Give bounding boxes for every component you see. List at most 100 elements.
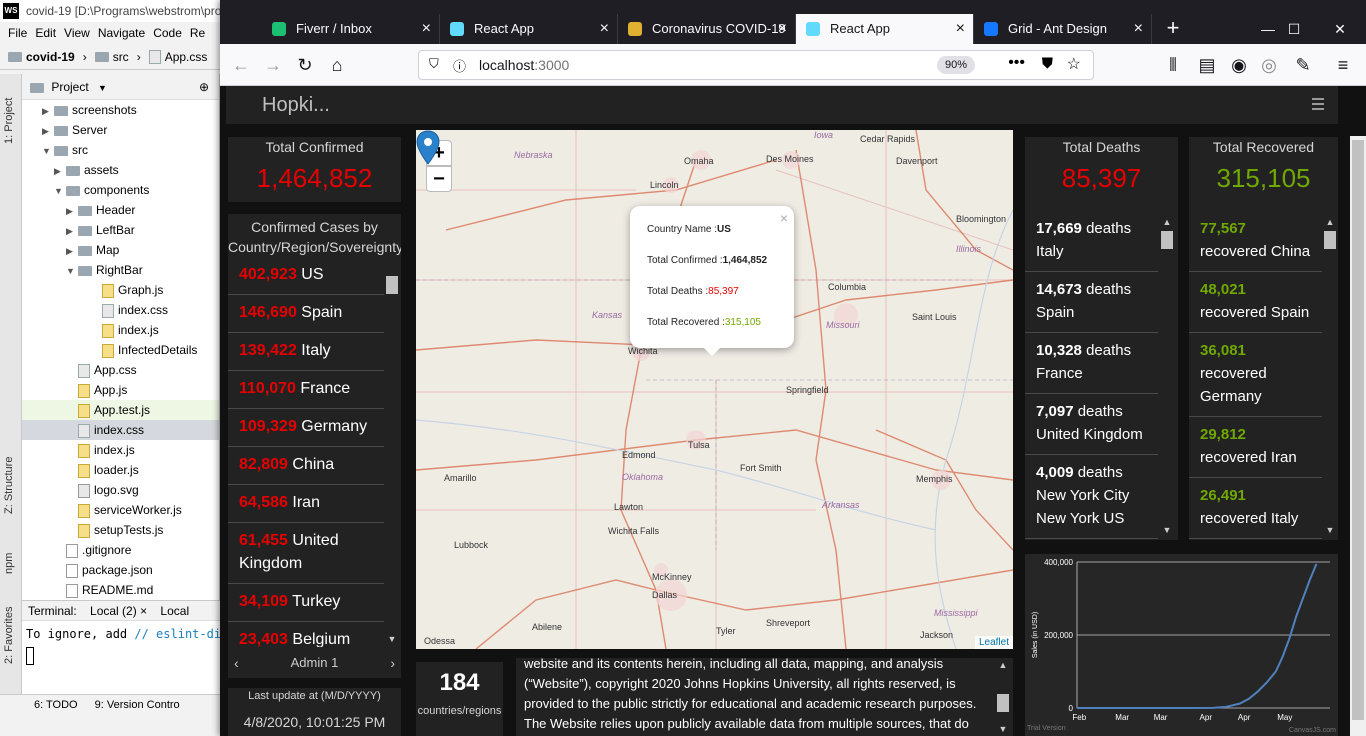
confirmed-list-item[interactable]: 64,586 Iran bbox=[228, 485, 384, 523]
breadcrumb-project[interactable]: covid-19 bbox=[8, 44, 75, 70]
scroll-up-icon[interactable]: ▲ bbox=[995, 660, 1011, 670]
confirmed-list-item[interactable]: 402,923 US bbox=[228, 257, 384, 295]
project-tool-tab[interactable]: 1: Project bbox=[3, 98, 15, 144]
scroll-down-icon[interactable]: ▼ bbox=[995, 724, 1011, 734]
chevron-right-icon[interactable]: ▶ bbox=[54, 161, 66, 180]
browser-tab[interactable]: Fiverr / Inbox × bbox=[262, 14, 440, 44]
confirmed-cases-list[interactable]: 402,923 US 146,690 Spain 139,422 Italy 110,… bbox=[228, 257, 401, 647]
leaflet-attribution-link[interactable]: Leaflet bbox=[974, 636, 1013, 649]
chevron-right-icon[interactable]: ▶ bbox=[66, 201, 78, 220]
shield-icon[interactable]: ⛉ bbox=[429, 56, 439, 72]
library-icon[interactable]: ⫴ bbox=[1160, 53, 1186, 79]
chevron-right-icon[interactable]: › bbox=[390, 648, 395, 678]
close-icon[interactable]: × bbox=[422, 14, 431, 44]
tree-item[interactable]: ▶ Server bbox=[22, 120, 219, 140]
tree-item[interactable]: index.js bbox=[22, 440, 219, 460]
tree-item[interactable]: InfectedDetails bbox=[22, 340, 219, 360]
recovered-list-item[interactable]: 22,717 recovered bbox=[1189, 539, 1322, 540]
terminal-tab-local[interactable]: Local bbox=[160, 604, 189, 618]
tree-item[interactable]: serviceWorker.js bbox=[22, 500, 219, 520]
recovered-list-scrollbar[interactable]: ▲ ▼ bbox=[1322, 217, 1338, 537]
tree-item[interactable]: ▼ components bbox=[22, 180, 219, 200]
confirmed-list-scrollbar[interactable]: ▼ bbox=[384, 260, 400, 644]
recovered-list-item[interactable]: 77,567 recovered China bbox=[1189, 211, 1322, 272]
structure-tool-tab[interactable]: Z: Structure bbox=[3, 457, 15, 514]
tree-item[interactable]: logo.svg bbox=[22, 480, 219, 500]
sidebar-icon[interactable]: ▤ bbox=[1194, 53, 1220, 79]
menu-edit[interactable]: Edit bbox=[31, 22, 60, 44]
deaths-list-item[interactable]: 17,669 deaths Italy bbox=[1025, 211, 1158, 272]
deaths-list[interactable]: 17,669 deaths Italy 14,673 deaths Spain 10… bbox=[1025, 211, 1178, 539]
tree-item[interactable]: Graph.js bbox=[22, 280, 219, 300]
scroll-up-icon[interactable]: ▲ bbox=[1322, 217, 1338, 227]
zoom-out-button[interactable]: − bbox=[426, 166, 452, 192]
scroll-down-icon[interactable]: ▼ bbox=[1159, 525, 1175, 535]
npm-tool-tab[interactable]: npm bbox=[3, 553, 15, 574]
recovered-list-item[interactable]: 48,021 recovered Spain bbox=[1189, 272, 1322, 333]
browser-tab[interactable]: Grid - Ant Design × bbox=[974, 14, 1152, 44]
tree-item[interactable]: README.md bbox=[22, 580, 219, 600]
zoom-level-badge[interactable]: 90% bbox=[936, 56, 975, 74]
terminal-tab-local-2[interactable]: Local (2) × bbox=[90, 604, 147, 618]
reload-icon[interactable]: ↻ bbox=[292, 53, 318, 79]
chevron-down-icon[interactable]: ▼ bbox=[66, 261, 78, 280]
todo-tab[interactable]: 6: TODO bbox=[34, 699, 78, 711]
menu-hamburger-icon[interactable]: ≡ bbox=[1330, 53, 1356, 79]
chevron-right-icon[interactable]: ▶ bbox=[42, 121, 54, 140]
close-icon[interactable]: × bbox=[778, 14, 787, 44]
browser-tab[interactable]: Coronavirus COVID-19 × bbox=[618, 14, 796, 44]
favorites-tool-tab[interactable]: 2: Favorites bbox=[3, 607, 15, 664]
browser-tab[interactable]: React App × bbox=[440, 14, 618, 44]
chevron-down-icon[interactable]: ▼ bbox=[42, 141, 54, 160]
eyedropper-icon[interactable]: ✎ bbox=[1290, 53, 1316, 79]
menu-code[interactable]: Code bbox=[149, 22, 186, 44]
deaths-list-item[interactable]: 4,009 deaths New York City New York US bbox=[1025, 455, 1158, 539]
menu-icon[interactable] bbox=[1312, 98, 1324, 110]
recovered-list[interactable]: 77,567 recovered China 48,021 recovered S… bbox=[1189, 211, 1338, 540]
disclaimer-scrollbar[interactable]: ▲ ▼ bbox=[995, 658, 1011, 736]
recovered-list-item[interactable]: 26,491 recovered Italy bbox=[1189, 478, 1322, 539]
leaflet-map[interactable]: + − Omaha Des Moines Cedar Rapids Davenport… bbox=[416, 130, 1013, 649]
tree-item[interactable]: loader.js bbox=[22, 460, 219, 480]
chevron-right-icon[interactable]: ▶ bbox=[42, 101, 54, 120]
chevron-right-icon[interactable]: ▶ bbox=[66, 241, 78, 260]
chevron-down-icon[interactable]: ▼ bbox=[98, 83, 107, 93]
confirmed-list-item[interactable]: 139,422 Italy bbox=[228, 333, 384, 371]
recovered-list-item[interactable]: 29,812 recovered Iran bbox=[1189, 417, 1322, 478]
new-tab-button[interactable]: + bbox=[1158, 14, 1188, 44]
tree-item[interactable]: .gitignore bbox=[22, 540, 219, 560]
tree-item[interactable]: ▼ src bbox=[22, 140, 219, 160]
terminal-output[interactable]: To ignore, add // eslint-dis bbox=[22, 621, 220, 674]
close-icon[interactable]: × bbox=[956, 14, 965, 44]
tree-item[interactable]: App.css bbox=[22, 360, 219, 380]
scroll-up-icon[interactable]: ▲ bbox=[1159, 217, 1175, 227]
scroll-down-icon[interactable]: ▼ bbox=[1322, 525, 1338, 535]
chevron-left-icon[interactable]: ‹ bbox=[234, 648, 239, 678]
breadcrumb-file[interactable]: App.css bbox=[148, 44, 207, 70]
close-window-icon[interactable]: ✕ bbox=[1320, 14, 1360, 44]
recovered-list-item[interactable]: 36,081 recovered Germany bbox=[1189, 333, 1322, 417]
page-scrollbar[interactable] bbox=[1350, 136, 1366, 736]
map-marker-icon[interactable] bbox=[416, 130, 440, 166]
tree-item[interactable]: App.test.js bbox=[22, 400, 219, 420]
tree-item[interactable]: index.js bbox=[22, 320, 219, 340]
tree-item[interactable]: index.css bbox=[22, 300, 219, 320]
breadcrumb-folder[interactable]: src bbox=[94, 44, 129, 70]
locate-icon[interactable]: ⊕ bbox=[199, 74, 209, 100]
extension-icon[interactable]: ◎ bbox=[1256, 53, 1282, 79]
scrollbar-thumb[interactable] bbox=[1324, 231, 1336, 249]
deaths-list-item[interactable]: 10,328 deaths France bbox=[1025, 333, 1158, 394]
home-icon[interactable]: ⌂ bbox=[324, 53, 350, 79]
tree-item[interactable]: setupTests.js bbox=[22, 520, 219, 540]
confirmed-list-item[interactable]: 109,329 Germany bbox=[228, 409, 384, 447]
maximize-icon[interactable]: ☐ bbox=[1274, 14, 1314, 44]
page-actions-icon[interactable]: ••• bbox=[1008, 54, 1025, 72]
tree-item[interactable]: ▶ Header bbox=[22, 200, 219, 220]
deaths-list-scrollbar[interactable]: ▲ ▼ bbox=[1159, 217, 1175, 537]
close-icon[interactable]: × bbox=[600, 14, 609, 44]
deaths-list-item[interactable]: 14,673 deaths Spain bbox=[1025, 272, 1158, 333]
chevron-right-icon[interactable]: ▶ bbox=[66, 221, 78, 240]
browser-tab[interactable]: React App × bbox=[796, 14, 974, 44]
tree-item[interactable]: ▶ LeftBar bbox=[22, 220, 219, 240]
tree-item[interactable]: ▶ Map bbox=[22, 240, 219, 260]
